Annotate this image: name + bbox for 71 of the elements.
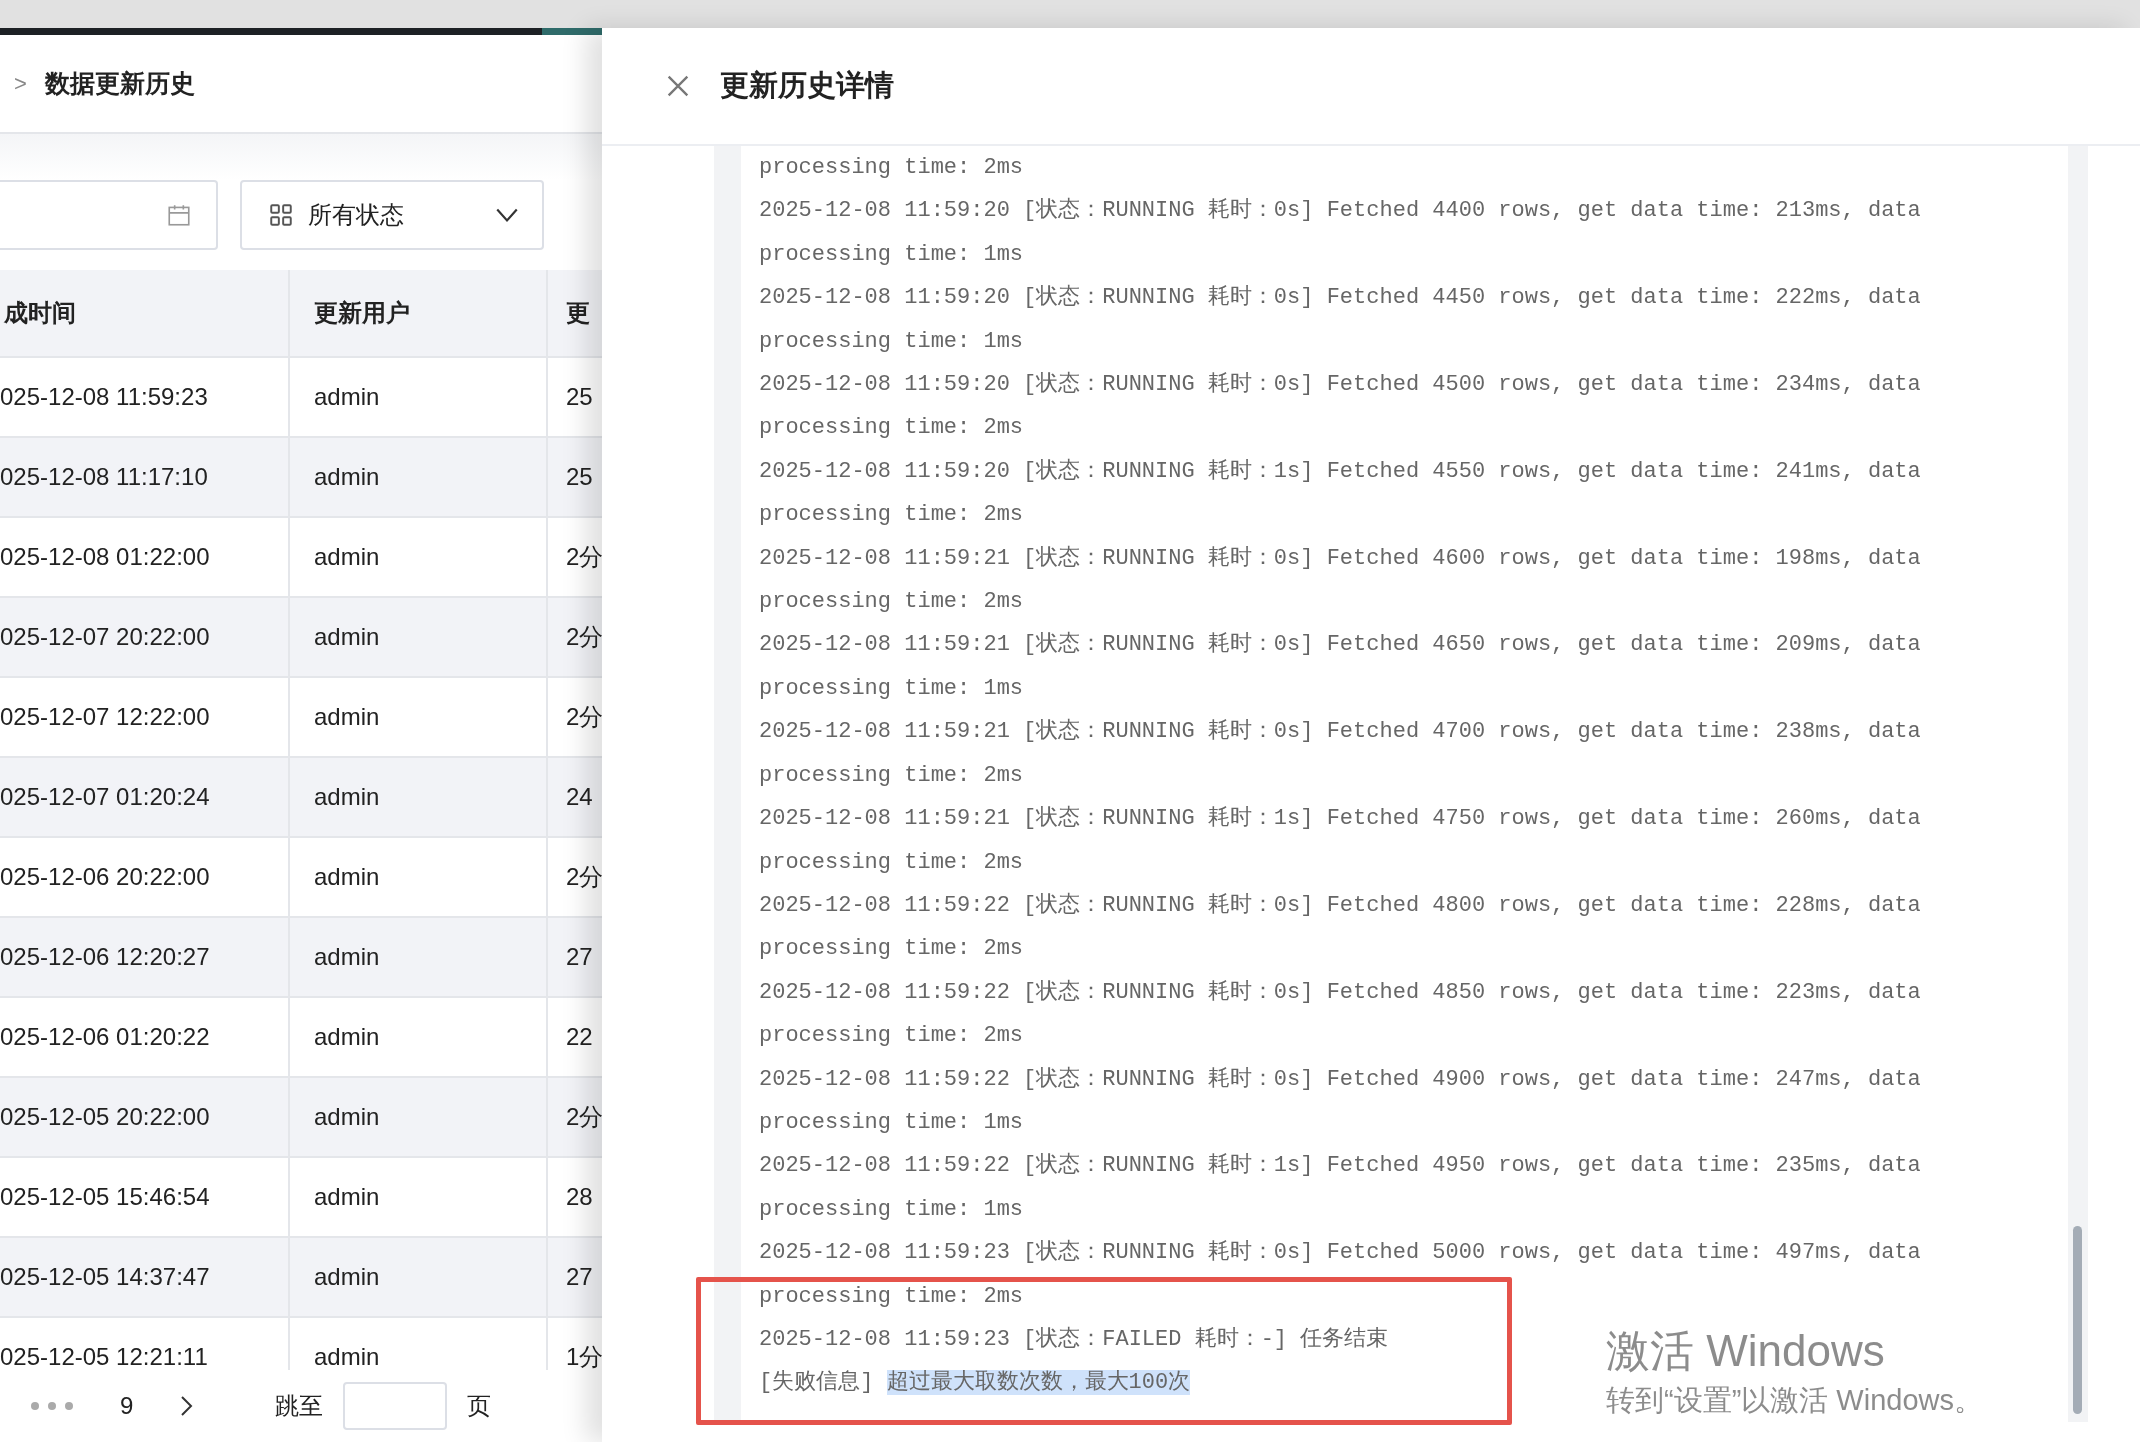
column-header: 成时间 — [0, 270, 290, 356]
table-cell: 025-12-08 11:59:23 — [0, 358, 290, 436]
table-cell-text: 2分 — [565, 622, 602, 652]
table-cell-text: 25 — [565, 382, 594, 412]
more-pages-icon[interactable] — [30, 1401, 74, 1411]
table-cell-text: 2分 — [565, 1102, 602, 1132]
date-range-field[interactable] — [0, 180, 218, 250]
table-cell: 025-12-05 12:21:11 — [0, 1318, 290, 1370]
log-line: 2025-12-08 11:59:21 [状态：RUNNING 耗时：0s] Fetched 4650 rows, get data time: 209ms, data processing time: 1ms — [759, 630, 1922, 703]
page-button[interactable]: 9 — [114, 1392, 140, 1420]
log-line: 2025-12-08 11:59:22 [状态：RUNNING 耗时：0s] Fetched 4900 rows, get data time: 247ms, data processing time: 1ms — [759, 1065, 1922, 1137]
table-cell: admin — [290, 1078, 548, 1156]
log-line: 2025-12-08 11:59:21 [状态：RUNNING 耗时：0s] Fetched 4600 rows, get data time: 198ms, data processing time: 2ms — [759, 544, 1922, 617]
table-cell: 025-12-07 20:22:00 — [0, 598, 290, 676]
log-line: 2025-12-08 11:59:22 [状态：RUNNING 耗时：0s] Fetched 4850 rows, get data time: 223ms, data processing time: 2ms — [759, 978, 1922, 1051]
log-line: 2025-12-08 11:59:20 [状态：RUNNING 耗时：0s] Fetched 4500 rows, get data time: 234ms, data processing time: 2ms — [759, 370, 1922, 443]
log-line: 2025-12-08 11:59:23 [状态：RUNNING 耗时：0s] Fetched 5000 rows, get data time: 497ms, data processing time: 2ms — [759, 1238, 1922, 1311]
column-header: 更新用户 — [290, 270, 548, 356]
scrollbar-thumb[interactable] — [2073, 1226, 2082, 1414]
table-cell-text: 27 — [565, 1262, 594, 1292]
table-cell: 025-12-05 20:22:00 — [0, 1078, 290, 1156]
log-line: 2025-12-08 11:59:20 [状态：RUNNING 耗时：0s] Fetched 4400 rows, get data time: 213ms, data processing time: 1ms — [759, 196, 1922, 269]
jump-label: 跳至 — [275, 1391, 324, 1421]
table-cell: admin — [290, 998, 548, 1076]
table-cell-text: 28 — [565, 1182, 594, 1212]
breadcrumb-separator: > — [14, 70, 27, 97]
activation-notice-text: 转到“设置”以激活 Windows。 — [1606, 1383, 1983, 1418]
table-cell: admin — [290, 918, 548, 996]
table-cell: 025-12-06 12:20:27 — [0, 918, 290, 996]
table-cell: admin — [290, 838, 548, 916]
table-cell: admin — [290, 758, 548, 836]
table-cell: 025-12-08 11:17:10 — [0, 438, 290, 516]
activation-notice-title: 激活 Windows — [1606, 1325, 1886, 1377]
table-cell: admin — [290, 598, 548, 676]
table-cell: admin — [290, 438, 548, 516]
table-cell: 025-12-07 01:20:24 — [0, 758, 290, 836]
drawer-title: 更新历史详情 — [720, 68, 894, 103]
log-line: 2025-12-08 11:59:20 [状态：RUNNING 耗时：0s] Fetched 4450 rows, get data time: 222ms, data processing time: 1ms — [759, 283, 1922, 356]
log-line: 2025-12-08 11:59:22 [状态：RUNNING 耗时：1s] Fetched 4950 rows, get data time: 235ms, data processing time: 1ms — [759, 1151, 1922, 1224]
log-line: processing time: 2ms — [759, 154, 1024, 182]
table-cell: 025-12-05 15:46:54 — [0, 1158, 290, 1236]
table-cell: 025-12-05 14:37:47 — [0, 1238, 290, 1316]
log-line: 2025-12-08 11:59:21 [状态：RUNNING 耗时：1s] Fetched 4750 rows, get data time: 260ms, data processing time: 2ms — [759, 804, 1922, 877]
table-cell-text: 24 — [565, 782, 594, 812]
calendar-icon — [166, 202, 192, 228]
table-cell: 025-12-06 01:20:22 — [0, 998, 290, 1076]
table-cell-text: 25 — [565, 462, 594, 492]
table-cell-text: 22 — [565, 1022, 594, 1052]
log-line: 2025-12-08 11:59:21 [状态：RUNNING 耗时：0s] Fetched 4700 rows, get data time: 238ms, data processing time: 2ms — [759, 717, 1922, 790]
table-cell: 025-12-06 20:22:00 — [0, 838, 290, 916]
grid-icon — [268, 202, 294, 228]
table-cell: admin — [290, 1238, 548, 1316]
log-line: 2025-12-08 11:59:20 [状态：RUNNING 耗时：1s] Fetched 4550 rows, get data time: 241ms, data processing time: 2ms — [759, 457, 1922, 530]
table-cell: admin — [290, 1158, 548, 1236]
status-select[interactable]: 所有状态 — [240, 180, 544, 250]
breadcrumb-current: 数据更新历史 — [44, 68, 195, 99]
table-cell: admin — [290, 358, 548, 436]
table-cell-text: 2分 — [565, 702, 602, 732]
page-number-field[interactable] — [343, 1382, 448, 1430]
table-cell: admin — [290, 518, 548, 596]
table-cell: admin — [290, 678, 548, 756]
table-cell-text: 2分 — [565, 542, 602, 572]
table-cell-text: 27 — [565, 942, 594, 972]
log-line: 2025-12-08 11:59:23 [状态：FAILED 耗时：-] 任务结束 — [759, 1325, 1389, 1354]
table-cell: 025-12-08 01:22:00 — [0, 518, 290, 596]
page-suffix: 页 — [467, 1391, 492, 1421]
log-line: 2025-12-08 11:59:22 [状态：RUNNING 耗时：0s] Fetched 4800 rows, get data time: 228ms, data processing time: 2ms — [759, 891, 1922, 964]
table-cell: 025-12-07 12:22:00 — [0, 678, 290, 756]
table-cell-text: 2分 — [565, 862, 602, 892]
table-cell-text: 1分 — [565, 1342, 602, 1370]
column-header: 更 — [565, 298, 591, 328]
